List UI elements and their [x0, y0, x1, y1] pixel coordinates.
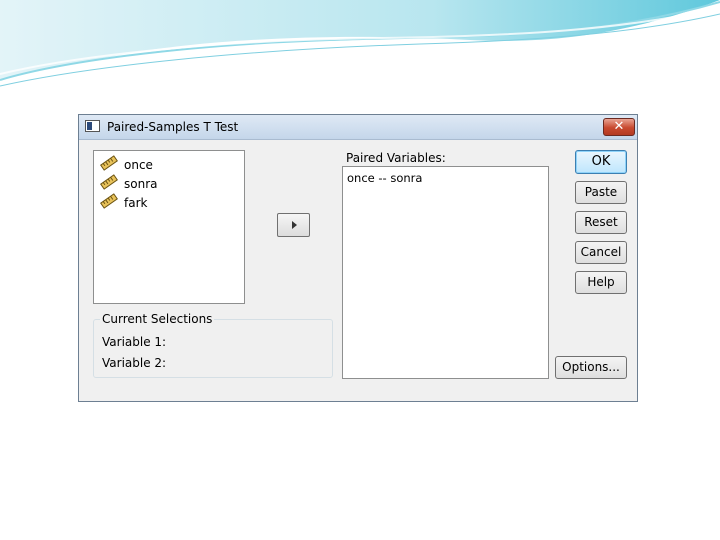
current-selections-legend: Current Selections	[100, 312, 215, 326]
variable-label: fark	[124, 196, 148, 210]
current-selections-group: Current Selections Variable 1: Variable …	[93, 312, 333, 378]
reset-button[interactable]: Reset	[575, 211, 627, 234]
variable-item-once[interactable]: once	[100, 155, 240, 173]
close-button[interactable]: ✕	[603, 118, 635, 136]
variable-item-fark[interactable]: fark	[100, 193, 240, 211]
paired-samples-dialog: Paired-Samples T Test ✕ once sonra fark …	[78, 114, 638, 402]
variable-label: once	[124, 158, 153, 172]
variable-2-label: Variable 2:	[102, 356, 167, 370]
help-button[interactable]: Help	[575, 271, 627, 294]
dialog-title: Paired-Samples T Test	[107, 120, 239, 134]
cancel-button[interactable]: Cancel	[575, 241, 627, 264]
paste-button[interactable]: Paste	[575, 181, 627, 204]
options-button[interactable]: Options...	[555, 356, 627, 379]
scale-variable-icon	[100, 155, 118, 171]
arrow-right-icon	[292, 221, 297, 229]
variable-label: sonra	[124, 177, 158, 191]
scale-variable-icon	[100, 174, 118, 190]
paired-item[interactable]: once -- sonra	[347, 171, 422, 185]
scale-variable-icon	[100, 193, 118, 209]
variable-item-sonra[interactable]: sonra	[100, 174, 240, 192]
paired-variables-list[interactable]: once -- sonra	[342, 166, 549, 379]
title-bar[interactable]: Paired-Samples T Test ✕	[79, 115, 637, 140]
source-variable-list[interactable]: once sonra fark	[93, 150, 245, 304]
paired-variables-label: Paired Variables:	[346, 151, 446, 165]
window-icon	[85, 120, 100, 132]
variable-1-label: Variable 1:	[102, 335, 167, 349]
move-to-paired-button[interactable]	[277, 213, 310, 237]
ok-button[interactable]: OK	[575, 150, 627, 174]
slide-header-swoosh	[0, 0, 720, 87]
